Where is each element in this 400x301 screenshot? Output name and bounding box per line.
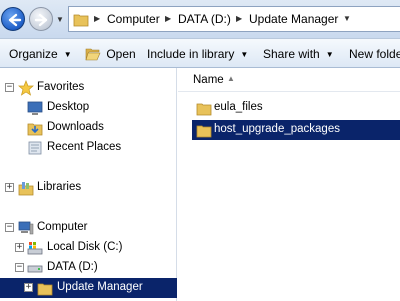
breadcrumb-dropdown-icon[interactable]: ▼ [343, 14, 351, 23]
folder-icon [196, 103, 212, 116]
expand-icon[interactable]: + [5, 183, 14, 192]
forward-arrow-icon [34, 13, 48, 27]
computer-icon [18, 221, 34, 235]
collapse-icon[interactable]: − [5, 83, 14, 92]
nav-label-downloads: Downloads [47, 121, 104, 133]
downloads-folder-icon [27, 123, 43, 136]
expand-icon[interactable]: + [24, 283, 33, 292]
nav-label-computer: Computer [37, 221, 88, 233]
nav-label-local-disk: Local Disk (C:) [47, 241, 123, 253]
file-list-pane: Name ▲ eula_files host_upgrade_packages [178, 68, 400, 301]
nav-item-data-drive[interactable]: − DATA (D:) [0, 258, 177, 278]
address-bar-area: ▼ ▶ Computer ▶ DATA (D:) ▶ Update Manage… [0, 0, 400, 38]
breadcrumb-update-manager[interactable]: Update Manager [249, 12, 338, 26]
nav-label-data-drive: DATA (D:) [47, 261, 98, 273]
file-name: host_upgrade_packages [214, 123, 340, 135]
folder-icon [37, 283, 53, 296]
new-folder-button[interactable]: New folder [349, 47, 400, 61]
folder-icon [73, 14, 89, 27]
folder-icon [196, 125, 212, 138]
organize-label: Organize [9, 47, 58, 61]
breadcrumb-data-drive[interactable]: DATA (D:) [178, 12, 231, 26]
back-arrow-icon [8, 13, 22, 27]
nav-item-favorites[interactable]: − Favorites [0, 78, 177, 98]
nav-item-recent-places[interactable]: Recent Places [0, 138, 177, 158]
chevron-down-icon: ▼ [240, 50, 249, 59]
command-bar: Organize ▼ Open Include in library ▼ Share… [0, 38, 400, 68]
navigation-pane: − Favorites Desktop Downloads Recent Pla… [0, 68, 177, 301]
nav-label-favorites: Favorites [37, 81, 85, 93]
open-folder-icon [85, 48, 101, 61]
include-in-library-button[interactable]: Include in library ▼ [147, 47, 248, 61]
nav-item-desktop[interactable]: Desktop [0, 98, 177, 118]
column-header-name[interactable]: Name ▲ [178, 68, 400, 92]
nav-label-desktop: Desktop [47, 101, 90, 113]
sort-ascending-icon: ▲ [227, 74, 235, 83]
recent-pages-dropdown-icon[interactable]: ▼ [56, 15, 64, 24]
include-in-library-label: Include in library [147, 47, 235, 61]
file-row[interactable]: host_upgrade_packages [192, 120, 400, 140]
share-with-label: Share with [263, 47, 320, 61]
chevron-down-icon: ▼ [325, 50, 334, 59]
file-name: eula_files [214, 101, 263, 113]
organize-button[interactable]: Organize ▼ [9, 47, 72, 61]
nav-label-update-manager: Update Manager [57, 281, 143, 293]
address-box[interactable]: ▶ Computer ▶ DATA (D:) ▶ Update Manager … [68, 6, 400, 32]
nav-item-local-disk[interactable]: + Local Disk (C:) [0, 238, 177, 258]
breadcrumb-separator-icon[interactable]: ▶ [94, 14, 100, 23]
collapse-icon[interactable]: − [5, 223, 14, 232]
recent-places-icon [28, 141, 42, 155]
nav-label-libraries: Libraries [37, 181, 82, 193]
open-label: Open [106, 47, 136, 61]
share-with-button[interactable]: Share with ▼ [263, 47, 334, 61]
breadcrumb-separator-icon[interactable]: ▶ [165, 14, 171, 23]
system-drive-icon [27, 242, 43, 255]
nav-label-recent-places: Recent Places [47, 141, 122, 153]
nav-item-downloads[interactable]: Downloads [0, 118, 177, 138]
nav-item-update-manager[interactable]: + Update Manager [0, 278, 177, 298]
libraries-icon [18, 182, 34, 196]
collapse-icon[interactable]: − [15, 263, 24, 272]
breadcrumb-computer[interactable]: Computer [107, 12, 160, 26]
back-button[interactable] [1, 7, 25, 31]
nav-item-libraries[interactable]: + Libraries [0, 178, 177, 198]
drive-icon [27, 265, 43, 273]
column-header-label: Name [193, 74, 224, 86]
desktop-icon [27, 101, 43, 115]
nav-item-computer[interactable]: − Computer [0, 218, 177, 238]
file-row[interactable]: eula_files [192, 98, 400, 118]
forward-button[interactable] [29, 7, 53, 31]
chevron-down-icon: ▼ [63, 50, 72, 59]
expand-icon[interactable]: + [15, 243, 24, 252]
breadcrumb-separator-icon[interactable]: ▶ [236, 14, 242, 23]
star-icon [18, 80, 34, 96]
open-button[interactable]: Open [85, 45, 136, 61]
